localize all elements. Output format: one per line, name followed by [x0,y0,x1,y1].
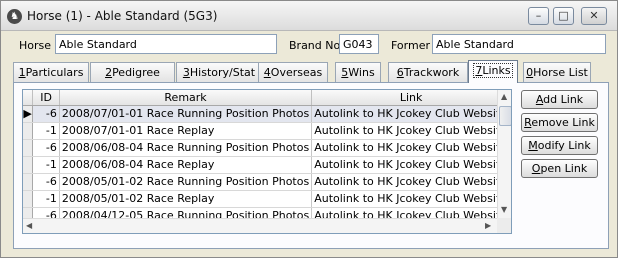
tab-strip: 1Particulars 2Pedigree 3History/Stat 4Ov… [13,60,609,83]
table-row[interactable]: -1 2008/06/08-04 Race Replay Autolink to… [23,156,511,174]
former-label: Former [391,39,430,52]
horse-name-field[interactable]: Able Standard [55,34,277,54]
link-cell[interactable]: Autolink to HK Jcokey Club Website [311,173,511,191]
row-indicator [23,156,34,174]
former-name-field[interactable]: Able Standard [432,34,606,54]
tab-horse-list[interactable]: 0Horse List [523,62,591,82]
link-cell[interactable]: Autolink to HK Jcokey Club Website [311,156,511,174]
table-row[interactable]: -1 2008/05/01-02 Race Replay Autolink to… [23,190,511,208]
horse-label: Horse [19,39,52,52]
tab-particulars[interactable]: 1Particulars [13,62,89,82]
table-row[interactable]: -6 2008/06/08-04 Race Running Position P… [23,139,511,157]
horse-window: ♞ Horse (1) - Able Standard (5G3) – □ ✕ … [0,0,618,258]
vertical-scroll-thumb[interactable] [499,106,511,126]
tab-trackwork[interactable]: 6Trackwork [388,62,468,82]
modify-link-button[interactable]: Modify Link [521,136,598,155]
id-cell[interactable]: -6 [32,139,60,157]
scroll-left-icon[interactable]: ◀ [26,221,32,230]
row-indicator [23,173,34,191]
horse-app-icon: ♞ [7,9,22,24]
close-button[interactable]: ✕ [581,7,607,25]
brand-no-field[interactable]: G043 [339,34,379,54]
scroll-up-icon[interactable]: ▲ [501,92,507,101]
tab-links[interactable]: 7Links [468,60,518,83]
scroll-right-icon[interactable]: ▶ [485,221,491,230]
brand-no-label: Brand No. [289,39,344,52]
open-link-button[interactable]: Open Link [521,159,598,178]
minimize-button[interactable]: – [528,7,549,25]
row-indicator [23,190,34,208]
scrollbar-corner [497,218,511,233]
row-indicator [23,139,34,157]
table-row[interactable]: -1 2008/07/01-01 Race Replay Autolink to… [23,122,511,140]
id-cell[interactable]: -6 [32,105,60,123]
row-indicator-header [23,90,34,106]
id-cell[interactable]: -1 [32,190,60,208]
column-header-id[interactable]: ID [32,90,60,106]
id-cell[interactable]: -6 [32,173,60,191]
remark-cell[interactable]: 2008/07/01-01 Race Replay [59,122,313,140]
row-indicator: ▶ [23,105,34,123]
link-cell[interactable]: Autolink to HK Jcokey Club Website [311,105,511,123]
remark-cell[interactable]: 2008/07/01-01 Race Running Position Phot… [59,105,313,123]
id-cell[interactable]: -1 [32,122,60,140]
remove-link-button[interactable]: Remove Link [521,113,598,132]
scroll-down-icon[interactable]: ▼ [501,205,507,214]
add-link-button[interactable]: Add Link [521,90,598,109]
row-indicator [23,122,34,140]
tab-pedigree[interactable]: 2Pedigree [90,62,175,82]
tab-wins[interactable]: 5Wins [335,62,381,82]
remark-cell[interactable]: 2008/05/01-02 Race Running Position Phot… [59,173,313,191]
column-header-link[interactable]: Link [311,90,511,106]
remark-cell[interactable]: 2008/05/01-02 Race Replay [59,190,313,208]
tab-links-label: 7Links [473,63,513,78]
link-cell[interactable]: Autolink to HK Jcokey Club Website [311,190,511,208]
tab-overseas[interactable]: 4Overseas [258,62,328,82]
table-row[interactable]: -6 2008/05/01-02 Race Running Position P… [23,173,511,191]
link-cell[interactable]: Autolink to HK Jcokey Club Website [311,139,511,157]
link-cell[interactable]: Autolink to HK Jcokey Club Website [311,122,511,140]
links-grid[interactable]: ID Remark Link ▶ -6 2008/07/01-01 Race R… [22,89,512,234]
tab-history-stat[interactable]: 3History/Stat [176,62,262,82]
maximize-button[interactable]: □ [553,7,574,25]
horizontal-scrollbar[interactable]: ◀ ▶ [23,218,497,233]
column-header-remark[interactable]: Remark [59,90,313,106]
window-title: Horse (1) - Able Standard (5G3) [27,9,218,23]
vertical-scrollbar[interactable]: ▲ ▼ [497,90,511,218]
remark-cell[interactable]: 2008/06/08-04 Race Running Position Phot… [59,139,313,157]
id-cell[interactable]: -1 [32,156,60,174]
title-bar[interactable]: ♞ Horse (1) - Able Standard (5G3) – □ ✕ [1,1,617,31]
remark-cell[interactable]: 2008/06/08-04 Race Replay [59,156,313,174]
table-row[interactable]: ▶ -6 2008/07/01-01 Race Running Position… [23,105,511,123]
